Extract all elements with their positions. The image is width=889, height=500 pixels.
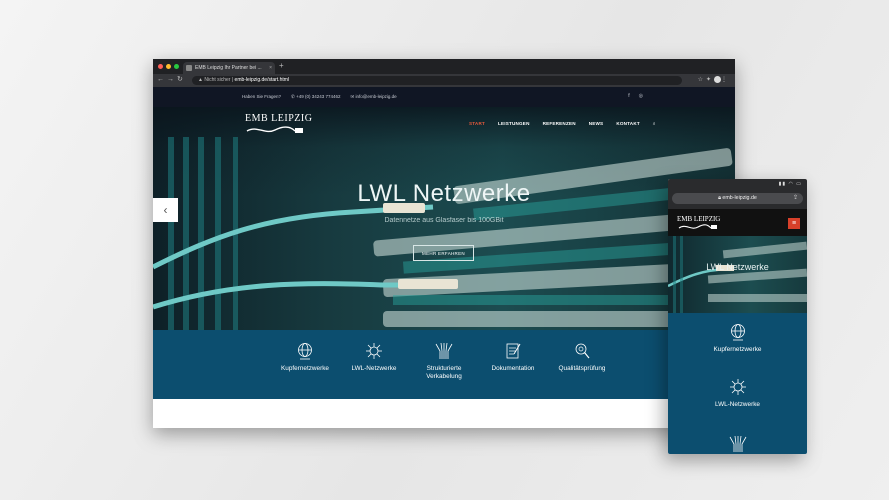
service-label: Kupfernetzwerke [713,346,762,353]
nav-item-news[interactable]: NEWS [589,121,604,126]
service-lwl-netzwerke[interactable]: LWL-Netzwerke [339,342,409,373]
navigation-buttons: ←→↻ [157,75,186,83]
tab-close-icon[interactable]: × [269,62,272,74]
favicon-icon [186,65,192,71]
address-bar[interactable]: ▲ Nicht sicher | emb-leipzig.de/start.ht… [192,76,682,85]
phone-link[interactable]: ✆ +49 (0) 34243 774462 [291,94,340,100]
back-icon[interactable]: ← [157,76,167,83]
window-controls [158,64,179,69]
toolbar-actions: ☆✦ ⋮ [698,76,730,83]
mail-icon: ✉ [350,94,355,99]
network-node-icon [366,343,382,359]
mobile-phone-mockup: ▮▮ ◠ ▭ 🔒︎ emb-leipzig.de ⇪ EMB LEIPZIG ≡ [668,179,807,454]
services-section: Kupfernetzwerke LWL-Netzwerke Strukturie… [153,330,735,399]
nav-item-leistungen[interactable]: LEISTUNGEN [498,121,530,126]
service-label: Kupfernetzwerke [281,365,329,372]
extensions-icon[interactable]: ✦ [706,77,714,83]
search-icon[interactable]: ⌕ [653,121,656,126]
facebook-icon[interactable]: f [628,93,629,99]
hero-subtitle: Datennetze aus Glasfaser bis 100GBit [384,217,504,224]
lock-icon: 🔒︎ [718,195,721,201]
bookmark-star-icon[interactable]: ☆ [698,77,706,83]
service-qualitaetspruefung[interactable]: Qualitätsprüfung [547,342,617,373]
maximize-window-button[interactable] [174,64,179,69]
email-link[interactable]: ✉ info@emb-leipzig.de [351,94,397,100]
cable-logo-icon [246,126,303,133]
question-text: Haben Sie Fragen? [242,94,282,99]
browser-tab-bar: EMB Leipzig Ihr Partner bei ... × + [153,59,735,74]
nav-item-start[interactable]: START [469,121,485,126]
desktop-browser-window: EMB Leipzig Ihr Partner bei ... × + ←→↻ … [153,59,735,428]
site-topbar: Haben Sie Fragen? ✆ +49 (0) 34243 774462… [153,87,735,107]
new-tab-button[interactable]: + [279,61,284,70]
hero-title: LWL Netzwerke [357,180,531,207]
reload-icon[interactable]: ↻ [177,76,186,83]
warning-icon: ▲ [198,77,203,83]
network-node-icon [729,379,746,395]
magnifier-icon [575,343,590,359]
service-label: Strukturierte Verkabelung [426,365,462,380]
site-logo[interactable]: EMB LEIPZIG [245,113,312,135]
phone-hero-title: LWL Netzwerke [706,262,769,272]
nav-item-kontakt[interactable]: KONTAKT [616,121,640,126]
instagram-icon[interactable]: ◎ [639,93,643,99]
share-icon[interactable]: ⇪ [793,194,798,201]
browser-toolbar: ←→↻ ▲ Nicht sicher | emb-leipzig.de/star… [153,74,735,87]
phone-site-header: EMB LEIPZIG ≡ [668,209,807,236]
main-navigation: START LEISTUNGEN REFERENZEN NEWS KONTAKT… [469,121,656,126]
document-icon [506,343,521,359]
forward-icon[interactable]: → [167,76,177,83]
hero-slider: EMB LEIPZIG START LEISTUNGEN REFERENZEN … [153,107,735,330]
service-dokumentation[interactable]: Dokumentation [478,342,548,373]
phone-icon: ✆ [291,94,295,99]
globe-icon [730,324,745,341]
url-text: emb-leipzig.de/start.html [234,77,290,83]
phone-logo-text: EMB LEIPZIG [677,215,721,223]
phone-url-text: emb-leipzig.de [722,195,757,201]
hamburger-menu-button[interactable]: ≡ [788,218,800,229]
service-label: Dokumentation [491,365,535,372]
globe-icon [298,343,312,360]
phone-number: +49 (0) 34243 774462 [296,94,341,99]
slider-prev-button[interactable]: ‹ [153,198,178,222]
email-address: info@emb-leipzig.de [355,94,397,99]
nav-item-referenzen[interactable]: REFERENZEN [543,121,576,126]
cabling-icon [435,342,453,359]
phone-url-field[interactable]: 🔒︎ emb-leipzig.de [672,193,803,204]
more-menu-icon[interactable]: ⋮ [721,77,730,83]
phone-address-bar: 🔒︎ emb-leipzig.de ⇪ [668,190,807,209]
service-strukturierte-verkabelung[interactable]: Strukturierte Verkabelung [409,342,479,381]
phone-service-kupfernetzwerke[interactable]: Kupfernetzwerke [668,323,807,353]
service-label: LWL-Netzwerke [351,365,397,372]
phone-status-bar: ▮▮ ◠ ▭ [668,179,807,190]
close-window-button[interactable] [158,64,163,69]
security-label: Nicht sicher [204,77,231,83]
cabling-icon [729,435,746,452]
logo-text: EMB LEIPZIG [245,113,313,124]
signal-battery-icon: ▮▮ ◠ ▭ [778,181,802,187]
phone-service-partial [668,435,807,454]
mehr-erfahren-button[interactable]: MEHR ERFAHREN [413,245,474,261]
tab-title: EMB Leipzig Ihr Partner bei ... [195,65,262,71]
phone-logo[interactable]: EMB LEIPZIG [677,215,721,231]
cable-logo-icon [678,224,717,229]
minimize-window-button[interactable] [166,64,171,69]
phone-hero: LWL Netzwerke [668,236,807,313]
phone-hero-background [668,236,807,313]
profile-avatar[interactable] [714,76,721,83]
page-content-area [153,399,735,428]
service-label: Qualitätsprüfung [558,365,606,372]
service-kupfernetzwerke[interactable]: Kupfernetzwerke [270,342,340,373]
service-label: LWL-Netzwerke [715,401,760,408]
phone-service-lwl-netzwerke[interactable]: LWL-Netzwerke [668,378,807,408]
phone-services-section: Kupfernetzwerke LWL-Netzwerke [668,313,807,454]
browser-tab[interactable]: EMB Leipzig Ihr Partner bei ... × [183,62,275,74]
